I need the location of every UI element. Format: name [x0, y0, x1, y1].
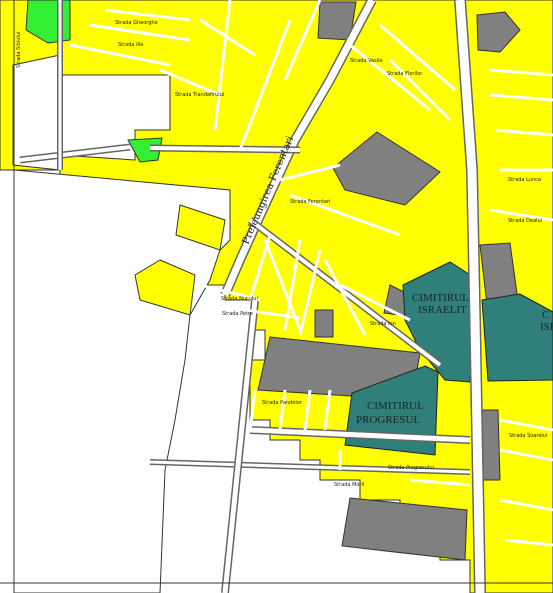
street-label: Strada Petre — [222, 311, 253, 317]
street-label: Strada Morii — [334, 482, 364, 488]
area-label-progresul-line1: CIMITIRUL — [367, 400, 424, 412]
road-west — [149, 146, 301, 152]
street-label: Strada Progresului — [388, 465, 434, 471]
area-label-progresul-line2: PROGRESUL — [356, 414, 420, 426]
map-svg[interactable]: Preleungirea Ferentari CIMITIRUL ISRAELI… — [0, 0, 553, 593]
street-label: Strada Soarelui — [509, 433, 547, 439]
street-label: Strada Trandafirului — [175, 92, 224, 98]
street-label: Strada Lunca — [508, 177, 541, 183]
city-map[interactable]: Preleungirea Ferentari CIMITIRUL ISRAELI… — [0, 0, 553, 593]
street-label: Strada Florilor — [387, 71, 423, 77]
street-label: Strada Vasile — [350, 58, 383, 64]
street-label: Strada Dealul — [508, 218, 542, 224]
street-label: Strada Nucului — [221, 296, 258, 302]
cemetery-right-edge — [481, 293, 553, 382]
street-label: Strada Gheorghe — [115, 20, 158, 26]
industrial-small-center — [314, 309, 334, 338]
area-label-israelit-line1: CIMITIRUL — [412, 292, 469, 304]
area-label-right-edge-line2: ISF — [540, 321, 553, 333]
street-label: Strada Ferentari — [290, 199, 330, 205]
street-label: Strada Sibiului — [16, 32, 22, 68]
area-label-right-edge-line1: C — [542, 309, 549, 321]
area-label-israelit-line2: ISRAELIT — [418, 304, 467, 316]
street-label: Strada Pandelor — [262, 400, 303, 406]
street-label: Strada Ion — [370, 321, 396, 327]
street-label: Strada Ilie — [118, 42, 143, 48]
